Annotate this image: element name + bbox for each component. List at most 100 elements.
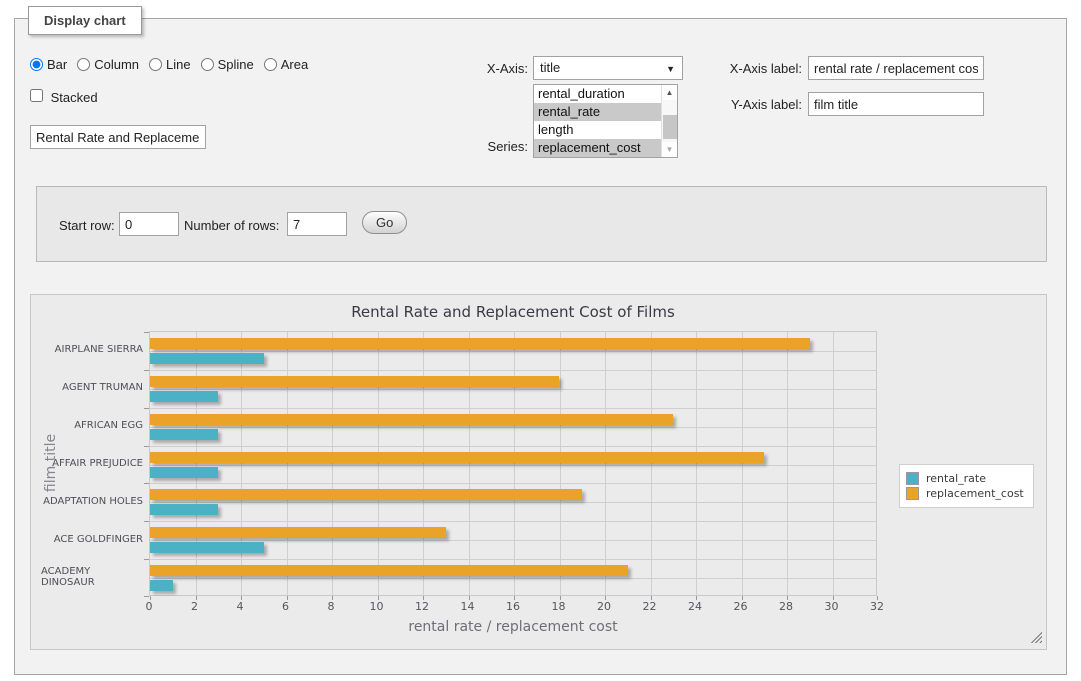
number-of-rows-label: Number of rows: (184, 218, 279, 233)
x-axis-select[interactable]: title ▼ (533, 56, 683, 80)
radio-area-label: Area (281, 57, 308, 72)
x-tick-label: 30 (820, 600, 844, 613)
legend-label: replacement_cost (926, 487, 1024, 500)
gridline-horizontal (150, 559, 876, 560)
x-tick-label: 14 (456, 600, 480, 613)
x-tick-label: 32 (865, 600, 889, 613)
y-category-label: AIRPLANE SIERRA (41, 331, 143, 369)
x-tick-label: 4 (228, 600, 252, 613)
scroll-up-icon[interactable]: ▲ (662, 85, 677, 100)
series-option[interactable]: length (534, 121, 662, 139)
gridline-vertical (560, 332, 561, 595)
bar-replacement_cost (150, 376, 559, 387)
gridline-vertical (287, 332, 288, 595)
y-axis-label-input[interactable] (808, 92, 984, 116)
gridline-horizontal (150, 540, 876, 541)
x-axis-select-value: title (540, 60, 560, 75)
row-range-panel: Start row: Number of rows: Go (36, 186, 1047, 262)
gridline-horizontal (150, 427, 876, 428)
start-row-label: Start row: (59, 218, 115, 233)
chart-title-input[interactable] (30, 125, 206, 149)
chart-title: Rental Rate and Replacement Cost of Film… (149, 303, 877, 321)
chart-type-radio-group: Bar Column Line Spline Area (30, 57, 318, 72)
y-category-label: AGENT TRUMAN (41, 369, 143, 407)
radio-spline[interactable]: Spline (201, 57, 254, 72)
y-category-label: AFFAIR PREJUDICE (41, 445, 143, 483)
x-axis-label-label: X-Axis label: (712, 61, 802, 76)
chart-legend: rental_rate replacement_cost (899, 464, 1034, 508)
gridline-vertical (332, 332, 333, 595)
y-category-label: ACE GOLDFINGER (41, 520, 143, 558)
x-axis-label-input[interactable] (808, 56, 984, 80)
gridline-vertical (469, 332, 470, 595)
legend-swatch-rental_rate (906, 472, 919, 485)
display-chart-page: Display chart Bar Column Line Spline Are… (0, 0, 1081, 681)
radio-bar-input[interactable] (30, 58, 43, 71)
go-button[interactable]: Go (362, 211, 407, 234)
legend-swatch-replacement_cost (906, 487, 919, 500)
radio-spline-label: Spline (218, 57, 254, 72)
x-tick-label: 8 (319, 600, 343, 613)
resize-handle-icon[interactable] (1030, 631, 1042, 643)
scrollbar-thumb[interactable] (663, 115, 677, 139)
gridline-horizontal (150, 408, 876, 409)
stacked-checkbox[interactable]: Stacked (30, 89, 98, 105)
bar-rental_rate (150, 353, 264, 364)
bar-replacement_cost (150, 527, 446, 538)
radio-line[interactable]: Line (149, 57, 191, 72)
gridline-horizontal (150, 483, 876, 484)
x-tick-label: 0 (137, 600, 161, 613)
gridline-horizontal (150, 389, 876, 390)
gridline-vertical (196, 332, 197, 595)
legend-entry: rental_rate (906, 472, 1024, 485)
y-axis-label-label: Y-Axis label: (712, 97, 802, 112)
gridline-horizontal (150, 521, 876, 522)
gridline-vertical (423, 332, 424, 595)
radio-bar[interactable]: Bar (30, 57, 67, 72)
legend-entry: replacement_cost (906, 487, 1024, 500)
radio-column-input[interactable] (77, 58, 90, 71)
y-category-label: ADAPTATION HOLES (41, 482, 143, 520)
x-tick-label: 12 (410, 600, 434, 613)
series-option[interactable]: replacement_cost (534, 139, 662, 157)
gridline-horizontal (150, 578, 876, 579)
radio-area-input[interactable] (264, 58, 277, 71)
gridline-vertical (651, 332, 652, 595)
chart-container: Rental Rate and Replacement Cost of Film… (30, 294, 1047, 650)
y-category-labels: AIRPLANE SIERRAAGENT TRUMANAFRICAN EGGAF… (41, 331, 143, 596)
bar-replacement_cost (150, 489, 582, 500)
bar-rental_rate (150, 429, 218, 440)
series-scrollbar[interactable]: ▲ ▼ (661, 85, 677, 157)
radio-area[interactable]: Area (264, 57, 308, 72)
y-tick-mark (144, 370, 149, 371)
start-row-input[interactable] (119, 212, 179, 236)
scroll-down-icon[interactable]: ▼ (662, 142, 677, 157)
stacked-checkbox-input[interactable] (30, 89, 43, 102)
stacked-label: Stacked (51, 90, 98, 105)
y-category-label: AFRICAN EGG (41, 407, 143, 445)
y-category-label: ACADEMY DINOSAUR (41, 558, 143, 596)
x-tick-label: 2 (183, 600, 207, 613)
x-axis-select-label: X-Axis: (450, 61, 528, 76)
radio-line-input[interactable] (149, 58, 162, 71)
x-tick-label: 26 (729, 600, 753, 613)
y-tick-mark (144, 446, 149, 447)
gridline-horizontal (150, 370, 876, 371)
series-option[interactable]: rental_duration (534, 85, 662, 103)
gridline-vertical (605, 332, 606, 595)
bar-rental_rate (150, 391, 218, 402)
y-tick-mark (144, 596, 149, 597)
gridline-vertical (833, 332, 834, 595)
number-of-rows-input[interactable] (287, 212, 347, 236)
x-tick-label: 16 (501, 600, 525, 613)
bar-replacement_cost (150, 414, 673, 425)
plot-area (149, 331, 877, 596)
radio-column[interactable]: Column (77, 57, 139, 72)
radio-spline-input[interactable] (201, 58, 214, 71)
series-listbox[interactable]: rental_durationrental_ratelengthreplacem… (533, 84, 678, 158)
legend-label: rental_rate (926, 472, 986, 485)
series-option[interactable]: rental_rate (534, 103, 662, 121)
bar-rental_rate (150, 504, 218, 515)
bar-rental_rate (150, 467, 218, 478)
y-tick-mark (144, 559, 149, 560)
